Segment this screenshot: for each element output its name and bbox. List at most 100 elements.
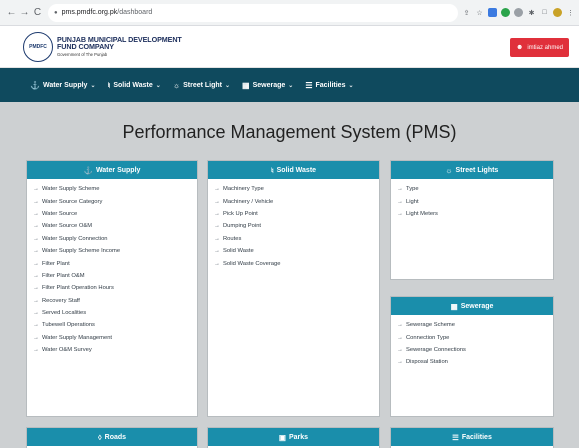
arrow-right-icon: →: [397, 322, 403, 329]
card-link[interactable]: → Light: [397, 195, 553, 207]
extension-icon[interactable]: [514, 8, 523, 17]
card-title: Roads: [104, 433, 127, 441]
card-link[interactable]: → Dumping Point: [214, 220, 379, 232]
brand-block: PUNJAB MUNICIPAL DEVELOPMENT FUND COMPAN…: [57, 36, 182, 57]
puzzle-icon[interactable]: ✱: [527, 8, 536, 17]
reload-icon[interactable]: C: [31, 5, 44, 21]
bookmark-star-icon[interactable]: ☆: [475, 8, 484, 17]
card-link[interactable]: → Filter Plant Operation Hours: [33, 282, 197, 294]
list-icon: ☰: [452, 432, 459, 442]
card-link-label: Connection Type: [406, 334, 450, 341]
menu-solid-waste[interactable]: ♮ Solid Waste ⌄: [107, 81, 160, 90]
share-icon[interactable]: ⇪: [462, 8, 471, 17]
extension-icon[interactable]: [501, 8, 510, 17]
menu-label: Facilities: [315, 81, 346, 89]
card-link[interactable]: → Water Source O&M: [33, 220, 197, 232]
card-link[interactable]: → Water O&M Survey: [33, 344, 197, 356]
user-name: imtiaz ahmed: [527, 44, 563, 51]
card-link[interactable]: → Water Source: [33, 208, 197, 220]
card-header: ☼ Street Lights: [391, 161, 553, 179]
card-header: ▣ Parks: [208, 428, 379, 446]
card-link[interactable]: → Sewerage Scheme: [397, 319, 553, 331]
card-link[interactable]: → Water Supply Scheme: [33, 183, 197, 195]
back-icon[interactable]: ←: [5, 5, 18, 21]
arrow-right-icon: →: [33, 272, 39, 279]
card-link[interactable]: → Recovery Staff: [33, 295, 197, 307]
card-link[interactable]: → Water Supply Connection: [33, 233, 197, 245]
arrow-right-icon: →: [214, 260, 220, 267]
card-link-label: Water Source Category: [42, 198, 103, 205]
window-icon[interactable]: □: [540, 8, 549, 17]
card-link-label: Disposal Station: [406, 359, 448, 366]
card-link[interactable]: → Solid Waste: [214, 245, 379, 257]
card-link-label: Sewerage Scheme: [406, 322, 455, 329]
arrow-right-icon: →: [397, 346, 403, 353]
menu-facilities[interactable]: ☰ Facilities ⌄: [305, 81, 353, 90]
card-link[interactable]: → Machinery / Vehicle: [214, 195, 379, 207]
address-bar[interactable]: ● pms.pmdfc.org.pk/dashboard: [48, 3, 458, 22]
recycle-icon: ♮: [107, 80, 111, 90]
profile-avatar[interactable]: [553, 8, 562, 17]
card-link[interactable]: → Water Supply Scheme Income: [33, 245, 197, 257]
card-link[interactable]: → Solid Waste Coverage: [214, 257, 379, 269]
card-link[interactable]: → Routes: [214, 233, 379, 245]
menu-water-supply[interactable]: ⚓ Water Supply ⌄: [30, 81, 95, 90]
extension-icon[interactable]: [488, 8, 497, 17]
card-link[interactable]: → Light Meters: [397, 208, 553, 220]
url-host: pms.pmdfc.org.pk: [61, 9, 118, 16]
main-menu: ⚓ Water Supply ⌄ ♮ Solid Waste ⌄ ☼ Stree…: [0, 68, 579, 102]
arrow-right-icon: →: [214, 235, 220, 242]
card-link[interactable]: → Pick Up Point: [214, 208, 379, 220]
card-link-label: Dumping Point: [223, 223, 262, 230]
card-title: Sewerage: [460, 302, 494, 310]
chevron-down-icon: ⌄: [90, 82, 96, 89]
card-link-label: Routes: [223, 235, 242, 242]
card-link-label: Tubewell Operations: [42, 322, 95, 329]
card-links: → Type → Light → Light Meters: [391, 179, 553, 220]
arrow-right-icon: →: [214, 210, 220, 217]
user-menu-button[interactable]: ☻ imtiaz ahmed: [509, 38, 569, 57]
card-link[interactable]: → Served Localities: [33, 307, 197, 319]
card-link[interactable]: → Filter Plant: [33, 257, 197, 269]
menu-sewerage[interactable]: ▦ Sewerage ⌄: [242, 81, 293, 90]
card-link[interactable]: → Disposal Station: [397, 356, 553, 368]
card-link[interactable]: → Connection Type: [397, 331, 553, 343]
card-link[interactable]: → Sewerage Connections: [397, 344, 553, 356]
arrow-right-icon: →: [33, 210, 39, 217]
menu-street-light[interactable]: ☼ Street Light ⌄: [173, 81, 230, 90]
lamp-icon: ☼: [445, 165, 453, 175]
browser-toolbar: ← → C ● pms.pmdfc.org.pk/dashboard ⇪ ☆ ✱…: [0, 0, 579, 26]
forward-icon[interactable]: →: [18, 5, 31, 21]
card-facilities: ☰ Facilities: [390, 427, 554, 448]
arrow-right-icon: →: [214, 198, 220, 205]
card-solid-waste: ♮ Solid Waste → Machinery Type → Machinery …: [207, 160, 380, 417]
card-link-label: Filter Plant Operation Hours: [42, 285, 114, 292]
card-link-label: Water Supply Scheme Income: [42, 248, 121, 255]
card-link-label: Water Source: [42, 210, 78, 217]
card-title: Water Supply: [95, 166, 141, 174]
card-street-lights: ☼ Street Lights → Type → Light → Light Meters: [390, 160, 554, 280]
card-link[interactable]: → Machinery Type: [214, 183, 379, 195]
card-link-label: Filter Plant: [42, 260, 70, 267]
card-links: → Machinery Type → Machinery / Vehicle → Pick…: [208, 179, 379, 270]
card-header: ⚓ Water Supply: [27, 161, 197, 179]
card-link-label: Light Meters: [406, 210, 438, 217]
card-link[interactable]: → Water Source Category: [33, 195, 197, 207]
card-link-label: Solid Waste Coverage: [223, 260, 281, 267]
card-link-label: Water Supply Scheme: [42, 186, 100, 193]
kebab-menu-icon[interactable]: ⋮: [566, 8, 575, 17]
card-link[interactable]: → Water Supply Management: [33, 332, 197, 344]
card-link[interactable]: → Tubewell Operations: [33, 319, 197, 331]
card-sewerage: ▦ Sewerage → Sewerage Scheme → Connection T…: [390, 296, 554, 417]
menu-label: Sewerage: [252, 81, 286, 89]
arrow-right-icon: →: [33, 223, 39, 230]
card-links: → Sewerage Scheme → Connection Type → Sewerag…: [391, 315, 553, 369]
pmdfc-logo[interactable]: PMDFC: [23, 31, 53, 62]
arrow-right-icon: →: [33, 334, 39, 341]
card-link[interactable]: → Filter Plant O&M: [33, 270, 197, 282]
card-link[interactable]: → Type: [397, 183, 553, 195]
card-link-label: Machinery / Vehicle: [223, 198, 274, 205]
chevron-down-icon: ⌄: [155, 82, 161, 89]
card-link-label: Recovery Staff: [42, 297, 80, 304]
card-header: ◊ Roads: [27, 428, 197, 446]
